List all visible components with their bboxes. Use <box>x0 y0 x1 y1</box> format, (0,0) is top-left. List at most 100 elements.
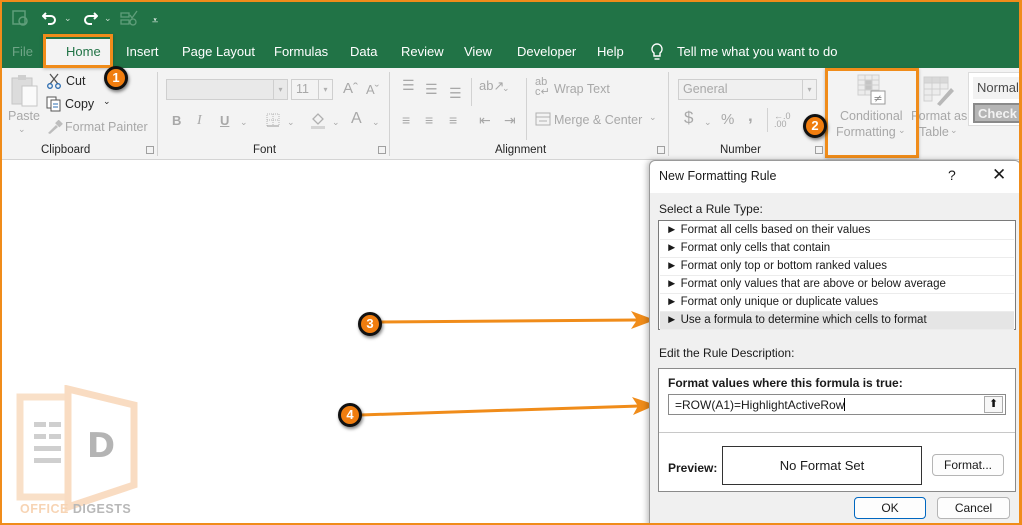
comma-button[interactable]: , <box>748 107 753 124</box>
number-format-combo[interactable]: General ▾ <box>678 79 817 100</box>
align-center-icon[interactable]: ≡ <box>425 113 433 127</box>
tell-me-search[interactable]: Tell me what you want to do <box>677 44 837 60</box>
form-check-icon[interactable] <box>120 10 138 31</box>
rule-type-item[interactable]: ► Format only top or bottom ranked value… <box>660 258 1014 276</box>
number-launcher-icon[interactable] <box>815 146 823 154</box>
redo-dropdown-icon[interactable]: ⌄ <box>104 13 112 24</box>
fill-color-dropdown-icon[interactable]: ⌄ <box>332 115 340 129</box>
chevron-down-icon[interactable]: ▾ <box>802 80 816 99</box>
tab-insert[interactable]: Insert <box>126 44 159 60</box>
copy-dropdown-icon[interactable]: ⌄ <box>103 96 111 107</box>
undo-icon[interactable] <box>41 10 58 31</box>
dialog-title-bar[interactable]: New Formatting Rule ? ✕ <box>650 161 1019 193</box>
percent-button[interactable]: % <box>721 112 734 127</box>
alignment-launcher-icon[interactable] <box>657 146 665 154</box>
borders-icon[interactable] <box>266 113 280 129</box>
align-right-icon[interactable]: ≡ <box>449 113 457 127</box>
lightbulb-icon[interactable] <box>650 42 664 62</box>
callout-badge-1: 1 <box>104 66 128 90</box>
chevron-down-icon[interactable]: ▾ <box>273 80 287 99</box>
help-button[interactable]: ? <box>948 167 956 183</box>
tab-formulas[interactable]: Formulas <box>274 44 328 60</box>
cancel-button[interactable]: Cancel <box>937 497 1010 519</box>
format-button[interactable]: Format... <box>932 454 1004 476</box>
font-launcher-icon[interactable] <box>378 146 386 154</box>
borders-dropdown-icon[interactable]: ⌄ <box>287 115 295 129</box>
merge-center-button[interactable]: Merge & Center <box>554 113 642 127</box>
quick-access-toolbar: ⌄ ⌄ ⩡ <box>2 2 1019 36</box>
number-group-label: Number <box>720 144 761 156</box>
paste-dropdown-icon[interactable]: ⌄ <box>18 124 26 135</box>
callout-badge-4: 4 <box>338 403 362 427</box>
top-align-icon[interactable]: ☰ <box>402 78 415 92</box>
tab-help[interactable]: Help <box>597 44 624 60</box>
rule-type-item[interactable]: ► Format all cells based on their values <box>660 222 1014 240</box>
wrap-text-icon: ab c↵ <box>535 76 550 98</box>
undo-dropdown-icon[interactable]: ⌄ <box>64 13 72 24</box>
collapse-dialog-icon[interactable]: ⬆ <box>984 396 1003 413</box>
dialog-title: New Formatting Rule <box>659 169 777 183</box>
tab-data[interactable]: Data <box>350 44 377 60</box>
rule-type-list[interactable]: ► Format all cells based on their values… <box>658 220 1016 330</box>
orientation-dropdown-icon[interactable]: ⌄ <box>502 81 510 95</box>
rule-description-panel: Format values where this formula is true… <box>658 368 1016 492</box>
divider <box>471 78 472 106</box>
clipboard-launcher-icon[interactable] <box>146 146 154 154</box>
decrease-font-size-icon[interactable]: Aˇ <box>366 83 379 97</box>
cut-button[interactable]: Cut <box>66 74 85 88</box>
merge-dropdown-icon[interactable]: ⌄ <box>649 112 657 123</box>
increase-decimal-icon[interactable]: ←.0.00 <box>774 112 791 129</box>
format-as-table-label: Format as <box>911 109 968 123</box>
underline-dropdown-icon[interactable]: ⌄ <box>240 115 248 129</box>
align-left-icon[interactable]: ≡ <box>402 113 410 127</box>
style-check-cell[interactable]: Check Cell <box>973 103 1019 123</box>
callout-badge-3: 3 <box>358 312 382 336</box>
decrease-indent-icon[interactable]: ⇤ <box>479 113 491 127</box>
font-color-button[interactable]: A <box>351 111 362 127</box>
tab-page-layout[interactable]: Page Layout <box>182 44 255 60</box>
redo-icon[interactable] <box>82 10 99 31</box>
currency-button[interactable]: $ <box>684 109 693 126</box>
tab-file[interactable]: File <box>12 44 33 60</box>
formula-input[interactable]: =ROW(A1)=HighlightActiveRow ⬆ <box>668 394 1006 415</box>
currency-dropdown-icon[interactable]: ⌄ <box>704 115 712 129</box>
tab-view[interactable]: View <box>464 44 492 60</box>
font-color-dropdown-icon[interactable]: ⌄ <box>372 115 380 129</box>
group-divider <box>157 72 158 156</box>
fill-color-icon[interactable] <box>310 111 326 131</box>
increase-font-size-icon[interactable]: Aˆ <box>343 81 358 96</box>
rule-type-item[interactable]: ► Format only unique or duplicate values <box>660 294 1014 312</box>
copy-button[interactable]: Copy <box>65 97 94 111</box>
scissors-icon <box>46 73 62 91</box>
italic-button[interactable]: I <box>197 114 202 128</box>
orientation-icon[interactable]: ab↗ <box>479 79 504 93</box>
tab-developer[interactable]: Developer <box>517 44 576 60</box>
format-as-table-label: Table <box>919 125 949 139</box>
format-painter-button[interactable]: Format Painter <box>65 120 148 134</box>
autosave-icon[interactable] <box>12 10 28 31</box>
font-size-combo[interactable]: 11 ▾ <box>291 79 333 100</box>
customize-qat-icon[interactable]: ⩡ <box>152 12 158 30</box>
underline-button[interactable]: U <box>220 114 229 128</box>
rule-type-item-selected[interactable]: ► Use a formula to determine which cells… <box>660 312 1014 330</box>
ok-button[interactable]: OK <box>854 497 926 519</box>
group-divider <box>389 72 390 156</box>
format-painter-icon <box>47 119 63 136</box>
bold-button[interactable]: B <box>172 114 181 128</box>
rule-type-item[interactable]: ► Format only cells that contain <box>660 240 1014 258</box>
paste-button[interactable]: Paste <box>8 109 40 123</box>
style-normal[interactable]: Normal <box>973 77 1019 99</box>
bottom-align-icon[interactable]: ☰ <box>449 86 462 100</box>
increase-indent-icon[interactable]: ⇥ <box>504 113 516 127</box>
rule-type-item[interactable]: ► Format only values that are above or b… <box>660 276 1014 294</box>
chevron-down-icon: ⌄ <box>950 125 958 135</box>
tab-review[interactable]: Review <box>401 44 444 60</box>
font-name-combo[interactable]: ▾ <box>166 79 288 100</box>
wrap-text-button[interactable]: Wrap Text <box>554 82 610 96</box>
text-cursor <box>844 398 846 411</box>
group-divider <box>668 72 669 156</box>
chevron-down-icon[interactable]: ▾ <box>318 80 332 99</box>
paste-icon[interactable] <box>10 74 40 110</box>
middle-align-icon[interactable]: ☰ <box>425 82 438 96</box>
close-icon[interactable]: ✕ <box>992 165 1006 185</box>
